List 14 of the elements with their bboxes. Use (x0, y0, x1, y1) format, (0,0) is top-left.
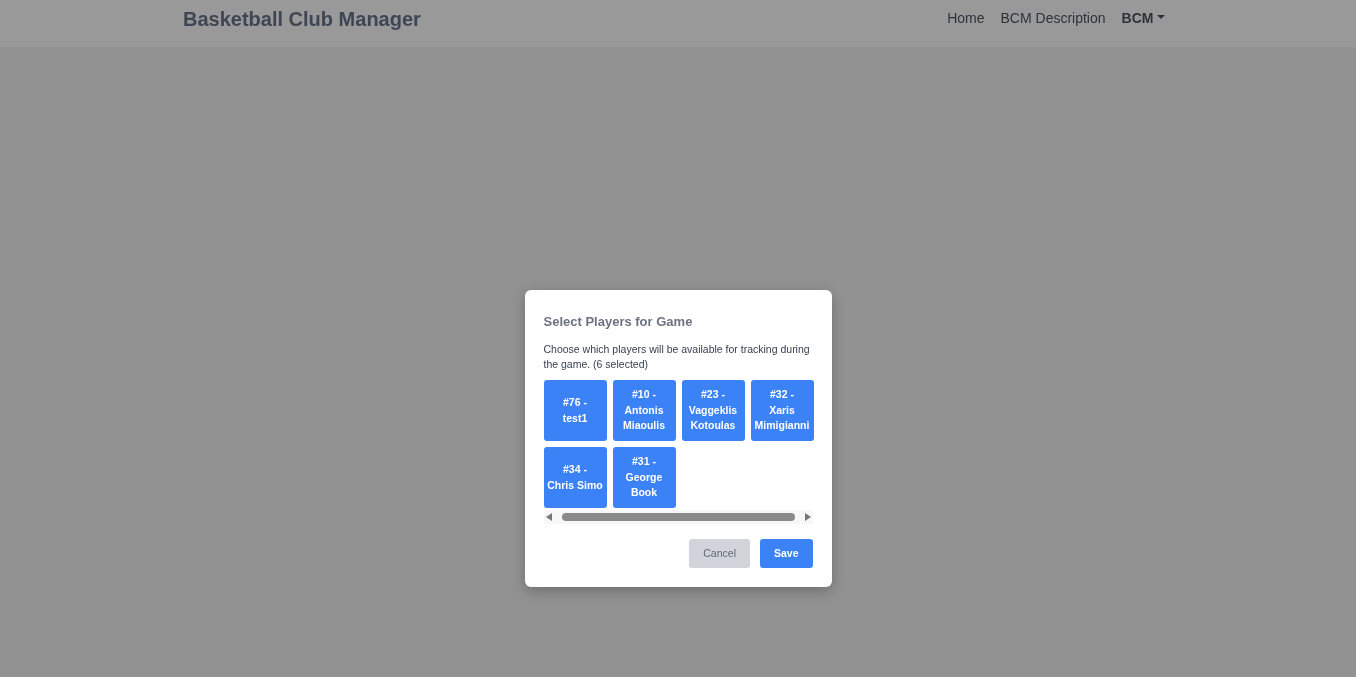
horizontal-scrollbar[interactable] (543, 510, 813, 524)
modal-title: Select Players for Game (543, 313, 694, 331)
player-toggle[interactable]: #76 - test1 (543, 380, 607, 441)
player-toggle[interactable]: #10 - Antonis Miaoulis (612, 380, 676, 441)
player-toggle[interactable]: #32 - Xaris Mimigianni (750, 380, 814, 441)
player-toggle[interactable]: #34 - Chris Simo (543, 447, 607, 508)
nav-link[interactable]: BCM Description (992, 6, 1114, 31)
app-title: Basketball Club Manager (183, 7, 421, 32)
nav-dropdown[interactable]: BCM (1113, 6, 1173, 31)
player-toggle[interactable]: #31 - George Book (612, 447, 676, 508)
modal-description: Choose which players will be available for tracking during the game. (6 selected) (543, 341, 811, 373)
nav-link[interactable]: Home (939, 6, 993, 31)
player-toggle[interactable]: #23 - Vaggeklis Kotoulas (681, 380, 745, 441)
save-button[interactable]: Save (759, 539, 813, 568)
